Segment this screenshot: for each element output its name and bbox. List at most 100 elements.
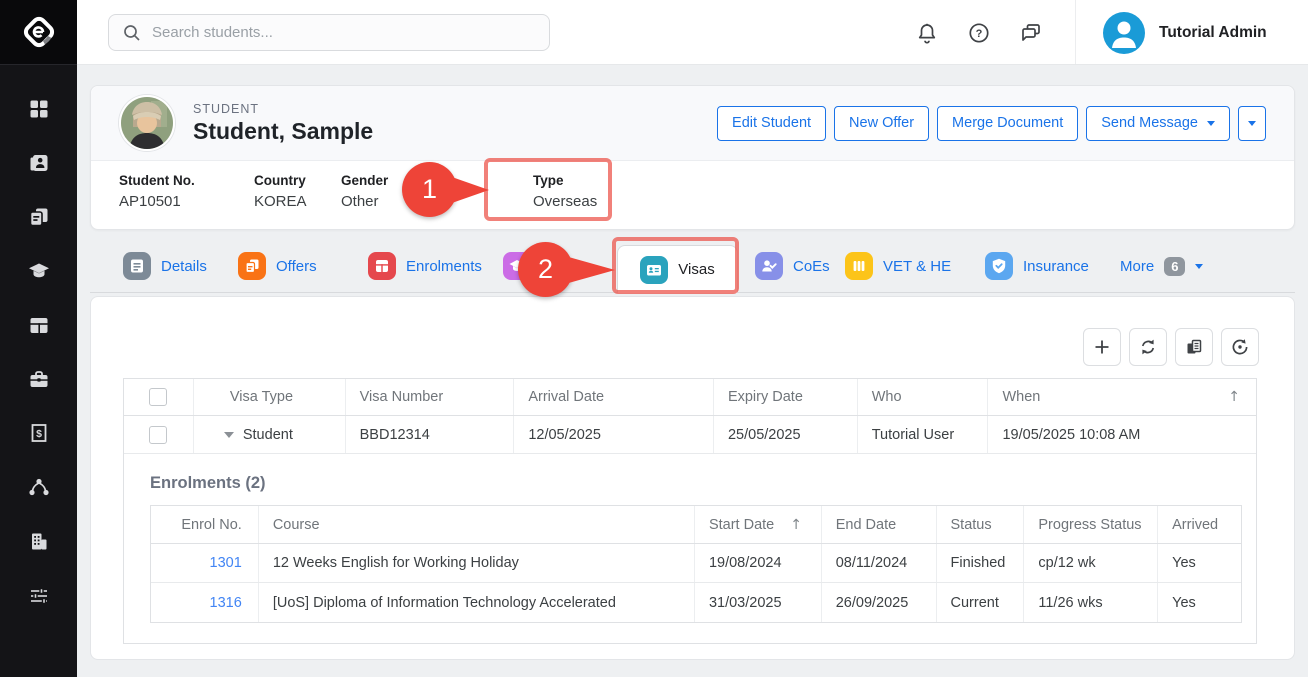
- tab-classes-hidden[interactable]: [503, 240, 531, 292]
- visas-panel: Visa Type Visa Number Arrival Date Expir…: [90, 296, 1295, 660]
- start-date-cell: 19/08/2024: [695, 544, 822, 582]
- sidebar-item-settings[interactable]: [19, 584, 59, 606]
- arrived-cell: Yes: [1158, 544, 1241, 582]
- column-header-expiry-date[interactable]: Expiry Date: [714, 379, 858, 415]
- when-cell: 19/05/2025 10:08 AM: [988, 416, 1256, 453]
- tab-details[interactable]: Details: [123, 240, 207, 292]
- student-tabbar: Details Offers Enrolments Visas: [90, 240, 1295, 293]
- sidebar-item-timetable[interactable]: [19, 314, 59, 336]
- column-header-arrived[interactable]: Arrived: [1158, 506, 1241, 543]
- sidebar-item-students[interactable]: [19, 152, 59, 174]
- edit-student-button[interactable]: Edit Student: [717, 106, 826, 141]
- user-menu[interactable]: Tutorial Admin: [1103, 0, 1267, 65]
- sidebar-item-offers[interactable]: [19, 206, 59, 228]
- briefcase-icon: [28, 368, 50, 390]
- sort-asc-icon: ↑: [1228, 389, 1240, 405]
- status-cell: Finished: [937, 544, 1025, 582]
- finance-icon: $: [28, 422, 50, 444]
- more-actions-dropdown-button[interactable]: [1238, 106, 1266, 141]
- export-columns-button[interactable]: [1175, 328, 1213, 366]
- more-count-badge: 6: [1164, 257, 1185, 276]
- end-date-cell: 08/11/2024: [822, 544, 937, 582]
- add-visa-button[interactable]: [1083, 328, 1121, 366]
- tab-vet-he[interactable]: VET & HE: [845, 240, 951, 292]
- enrolments-table-header: Enrol No. Course Start Date ↑ End Date S…: [151, 506, 1241, 544]
- start-date-cell: 31/03/2025: [695, 583, 822, 622]
- sidebar-item-employment[interactable]: [19, 368, 59, 390]
- classes-icon: [503, 252, 531, 280]
- progress-status-cell: cp/12 wk: [1024, 544, 1158, 582]
- column-header-visa-number[interactable]: Visa Number: [346, 379, 515, 415]
- refresh-button[interactable]: [1129, 328, 1167, 366]
- enrolments-table: Enrol No. Course Start Date ↑ End Date S…: [150, 505, 1242, 623]
- tab-visas-active[interactable]: Visas: [617, 245, 738, 293]
- bell-icon[interactable]: [915, 21, 939, 45]
- info-gender: Gender Other: [341, 173, 388, 210]
- sidebar-nav: $: [0, 65, 77, 606]
- history-button[interactable]: [1221, 328, 1259, 366]
- person-icon: [1103, 12, 1145, 54]
- column-header-end-date[interactable]: End Date: [822, 506, 937, 543]
- chevron-down-icon: [1195, 264, 1203, 269]
- arrived-cell: Yes: [1158, 583, 1241, 622]
- row-checkbox[interactable]: [149, 426, 167, 444]
- column-header-arrival-date[interactable]: Arrival Date: [514, 379, 714, 415]
- select-all-checkbox[interactable]: [149, 388, 167, 406]
- column-header-who[interactable]: Who: [858, 379, 989, 415]
- app-logo[interactable]: [0, 0, 77, 65]
- column-header-progress-status[interactable]: Progress Status: [1024, 506, 1158, 543]
- sidebar-item-finance[interactable]: $: [19, 422, 59, 444]
- new-offer-button[interactable]: New Offer: [834, 106, 929, 141]
- enrol-no-link[interactable]: 1301: [210, 555, 242, 571]
- expiry-date-cell: 25/05/2025: [714, 416, 858, 453]
- column-header-course[interactable]: Course: [259, 506, 695, 543]
- coes-icon: [755, 252, 783, 280]
- grid-toolbar: [1083, 328, 1259, 366]
- help-icon[interactable]: ?: [967, 21, 991, 45]
- students-icon: [28, 152, 50, 174]
- student-photo-image: [121, 97, 173, 149]
- search-box: [108, 14, 550, 51]
- visa-table-row: Student BBD12314 12/05/2025 25/05/2025 T…: [124, 416, 1256, 454]
- search-icon: [122, 23, 142, 43]
- enrolments-icon: [368, 252, 396, 280]
- end-date-cell: 26/09/2025: [822, 583, 937, 622]
- sidebar-item-courses[interactable]: [19, 260, 59, 282]
- tab-insurance[interactable]: Insurance: [985, 240, 1089, 292]
- enrol-no-link[interactable]: 1316: [210, 595, 242, 611]
- student-name: Student, Sample: [193, 118, 373, 145]
- visa-type-cell: Student: [194, 416, 346, 453]
- arrival-date-cell: 12/05/2025: [514, 416, 714, 453]
- select-all-cell: [124, 379, 194, 415]
- row-expander-icon[interactable]: [224, 432, 234, 438]
- column-header-when[interactable]: When ↑: [988, 379, 1256, 415]
- tab-offers[interactable]: Offers: [238, 240, 317, 292]
- chat-icon[interactable]: [1019, 21, 1043, 45]
- column-header-enrol-no[interactable]: Enrol No.: [151, 506, 259, 543]
- agents-network-icon: [28, 476, 50, 498]
- history-icon: [1230, 337, 1250, 357]
- tab-enrolments[interactable]: Enrolments: [368, 240, 482, 292]
- details-icon: [123, 252, 151, 280]
- offers-icon: [238, 252, 266, 280]
- student-photo: [119, 95, 175, 151]
- sidebar-item-dashboard[interactable]: [19, 98, 59, 120]
- refresh-icon: [1138, 337, 1158, 357]
- tab-coes[interactable]: CoEs: [755, 240, 830, 292]
- send-message-button[interactable]: Send Message: [1086, 106, 1230, 141]
- sidebar-item-organisation[interactable]: [19, 530, 59, 552]
- column-header-start-date[interactable]: Start Date ↑: [695, 506, 822, 543]
- search-input[interactable]: [152, 24, 536, 41]
- plus-icon: [1092, 337, 1112, 357]
- student-header-top: STUDENT Student, Sample Edit Student New…: [91, 86, 1294, 161]
- timetable-icon: [28, 314, 50, 336]
- column-header-visa-type[interactable]: Visa Type: [194, 379, 346, 415]
- status-cell: Current: [937, 583, 1025, 622]
- sidebar-item-agents[interactable]: [19, 476, 59, 498]
- tab-more[interactable]: More 6: [1120, 240, 1203, 292]
- merge-document-button[interactable]: Merge Document: [937, 106, 1078, 141]
- graduation-cap-icon: [28, 260, 50, 282]
- student-info-row: Student No. AP10501 Country KOREA Gender…: [91, 161, 1294, 229]
- topbar: ? Tutorial Admin: [77, 0, 1308, 65]
- column-header-status[interactable]: Status: [937, 506, 1025, 543]
